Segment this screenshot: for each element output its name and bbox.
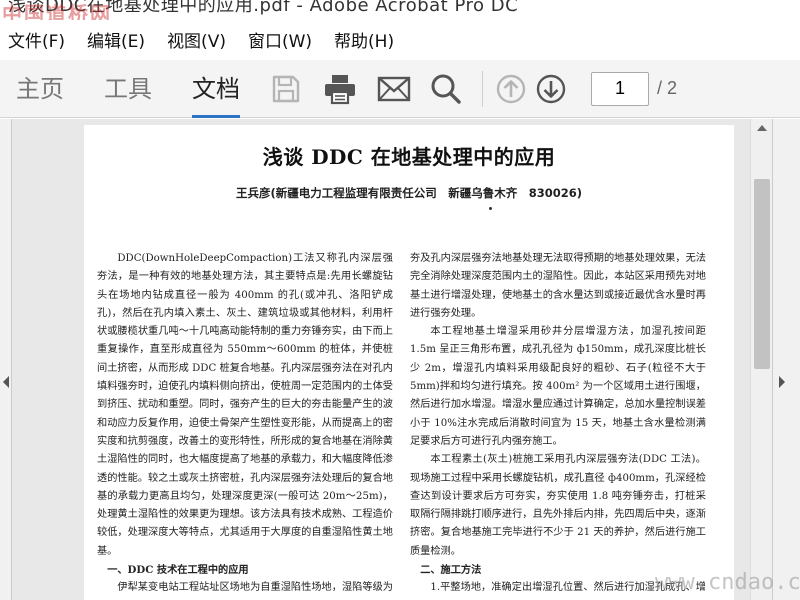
scroll-up-icon[interactable]	[757, 125, 767, 131]
right-panel-collapsed[interactable]	[772, 119, 800, 600]
document-viewport[interactable]: 浅谈 DDC 在地基处理中的应用 王兵彦(新疆电力工程监理有限责任公司 新疆乌鲁…	[0, 119, 800, 600]
pdf-page: 浅谈 DDC 在地基处理中的应用 王兵彦(新疆电力工程监理有限责任公司 新疆乌鲁…	[84, 125, 734, 600]
print-icon	[325, 74, 355, 104]
paragraph: 伊犁某变电站工程站址区场地为自重湿陷性场地，湿陷等级为Ⅱ～Ⅲ级，场地的湿陷下限深…	[117, 582, 393, 594]
menu-file[interactable]: 文件(F)	[4, 27, 77, 52]
menu-help[interactable]: 帮助(H)	[330, 27, 406, 52]
toolbar-divider	[482, 70, 483, 107]
left-column: DDC(DownHoleDeepCompaction)工法又称孔内深层强夯法，是…	[97, 250, 393, 600]
email-icon	[377, 76, 411, 101]
page-number-input[interactable]	[591, 71, 649, 106]
tab-document[interactable]: 文档	[192, 60, 240, 118]
print-button[interactable]	[320, 69, 360, 109]
watermark-url: www.cndao.com	[655, 570, 800, 595]
search-icon	[431, 74, 461, 104]
previous-page-button[interactable]	[491, 69, 531, 109]
menu-view[interactable]: 视图(V)	[163, 27, 238, 52]
vertical-scrollbar[interactable]	[750, 119, 772, 600]
save-button[interactable]	[266, 69, 306, 109]
expand-left-pane-icon[interactable]	[3, 376, 9, 388]
tab-home[interactable]: 主页	[16, 60, 64, 118]
paragraph: 夯及孔内深层强夯法地基处理无法取得预期的地基处理效果，无法完全消除处理深度范围内…	[410, 253, 706, 319]
tab-tools[interactable]: 工具	[104, 60, 152, 118]
section-heading: 一、DDC 技术在工程中的应用	[107, 564, 249, 577]
right-column: 夯及孔内深层强夯法地基处理无法取得预期的地基处理效果，无法完全消除处理深度范围内…	[410, 250, 706, 600]
toolbar: 主页 工具 文档 1 / 2	[0, 60, 800, 118]
watermark-logo: 中国道桥网	[2, 2, 112, 20]
paragraph: 本工程地基土增湿采用砂井分层增湿方法，加湿孔按间距 1.5m 呈正三角形布置，成…	[410, 326, 706, 447]
page-up-icon	[496, 74, 526, 103]
email-button[interactable]	[374, 69, 414, 109]
title-bar: 浅谈DDC在地基处理中的应用.pdf - Adobe Acrobat Pro D…	[0, 0, 800, 20]
search-button[interactable]	[426, 69, 466, 109]
left-panel-collapsed[interactable]	[0, 119, 12, 600]
save-icon	[272, 75, 300, 102]
page-total: / 2	[657, 78, 678, 98]
next-page-button[interactable]	[531, 69, 571, 109]
document-author: 王兵彦(新疆电力工程监理有限责任公司 新疆乌鲁木齐 830026)	[235, 186, 583, 200]
menu-edit[interactable]: 编辑(E)	[83, 27, 157, 52]
menu-window[interactable]: 窗口(W)	[244, 27, 324, 52]
expand-right-pane-icon[interactable]	[779, 376, 785, 388]
paragraph: 本工程素土(灰土)桩施工采用孔内深层强夯法(DDC 工法)。现场施工过程中采用长…	[410, 454, 706, 557]
scrollbar-thumb[interactable]	[754, 179, 770, 369]
paragraph: DDC(DownHoleDeepCompaction)工法又称孔内深层强夯法，是…	[97, 253, 393, 557]
document-title: 浅谈 DDC 在地基处理中的应用	[262, 145, 556, 169]
page-down-icon	[536, 74, 566, 103]
page-mark	[489, 207, 492, 210]
menu-bar: 文件(F) 编辑(E) 视图(V) 窗口(W) 帮助(H)	[0, 22, 800, 56]
